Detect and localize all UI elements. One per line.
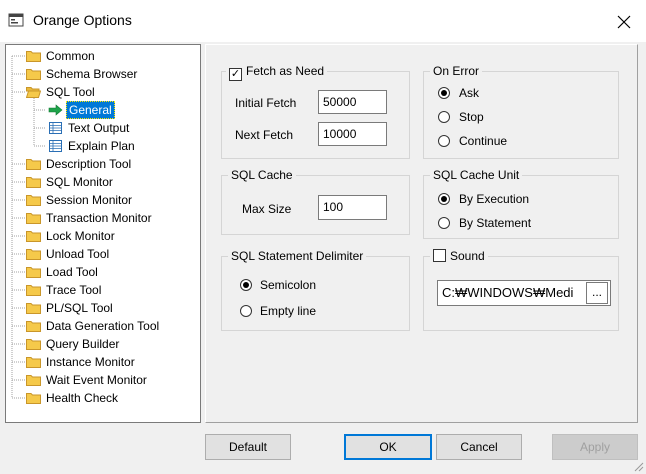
folder-icon <box>26 267 41 278</box>
folder-icon <box>26 249 41 260</box>
ok-button[interactable]: OK <box>344 434 432 460</box>
settings-panel: ✓ Fetch as Need Initial Fetch 50000 Next … <box>205 44 638 423</box>
folder-icon <box>26 159 41 170</box>
tree-item-label: General <box>66 101 115 119</box>
next-fetch-label: Next Fetch <box>235 128 294 142</box>
fetch-legend: ✓ Fetch as Need <box>226 64 328 81</box>
folder-icon <box>26 285 41 296</box>
folder-icon <box>26 69 41 80</box>
sound-group: Sound C:₩WINDOWS₩Medi ... <box>423 249 619 331</box>
options-tree[interactable]: Common Schema Browser SQL Tool General Text … <box>5 44 201 423</box>
radio-empty-line-label: Empty line <box>260 304 317 318</box>
tree-item-label: Unload Tool <box>46 247 110 261</box>
radio-by-statement[interactable] <box>438 217 450 229</box>
resize-grip-icon[interactable] <box>632 460 644 472</box>
radio-continue-label: Continue <box>459 134 508 148</box>
title-bar: Orange Options <box>0 0 646 42</box>
tree-item-label: SQL Monitor <box>46 175 113 189</box>
radio-by-execution-label: By Execution <box>459 192 530 206</box>
cache-unit-group: SQL Cache Unit By Execution By Statement <box>423 168 619 239</box>
radio-semicolon-label: Semicolon <box>260 278 317 292</box>
window-title: Orange Options <box>33 12 132 28</box>
sound-checkbox[interactable] <box>433 249 446 262</box>
max-size-input[interactable]: 100 <box>318 195 387 220</box>
fetch-group: ✓ Fetch as Need Initial Fetch 50000 Next … <box>221 64 410 159</box>
folder-icon <box>26 195 41 206</box>
folder-icon <box>26 51 41 62</box>
tree-item-label: Common <box>46 49 95 63</box>
radio-stop[interactable] <box>438 111 450 123</box>
apply-button[interactable]: Apply <box>552 434 638 460</box>
cache-unit-title: SQL Cache Unit <box>430 168 523 182</box>
tree-item-label: Description Tool <box>46 157 132 171</box>
radio-continue[interactable] <box>438 135 450 147</box>
tree-item-label: Session Monitor <box>46 193 133 207</box>
folder-icon <box>26 393 41 404</box>
browse-button[interactable]: ... <box>586 282 608 304</box>
radio-empty-line[interactable] <box>240 305 252 317</box>
tree-item-label: Load Tool <box>46 265 98 279</box>
folder-icon <box>26 357 41 368</box>
close-button[interactable] <box>604 8 644 36</box>
cancel-button[interactable]: Cancel <box>436 434 522 460</box>
fetch-as-need-label: Fetch as Need <box>246 64 325 78</box>
radio-ask-label: Ask <box>459 86 480 100</box>
folder-icon <box>26 177 41 188</box>
sound-label: Sound <box>450 249 485 263</box>
tree-item-label: Wait Event Monitor <box>46 373 147 387</box>
radio-by-execution[interactable] <box>438 193 450 205</box>
tree-item-label: Health Check <box>46 391 119 405</box>
grid-icon <box>49 140 62 152</box>
folder-icon <box>26 231 41 242</box>
next-fetch-input[interactable]: 10000 <box>318 122 387 146</box>
radio-semicolon[interactable] <box>240 279 252 291</box>
folder-icon <box>26 339 41 350</box>
tree-item-label: Data Generation Tool <box>46 319 160 333</box>
max-size-label: Max Size <box>242 202 292 216</box>
folder-icon <box>26 321 41 332</box>
open-folder-icon <box>26 87 41 98</box>
app-icon <box>8 13 24 27</box>
tree-item-label: PL/SQL Tool <box>46 301 113 315</box>
tree-item-label: SQL Tool <box>46 85 95 99</box>
grid-icon <box>49 122 62 134</box>
tree-item-label: Instance Monitor <box>46 355 135 369</box>
default-button[interactable]: Default <box>205 434 291 460</box>
radio-stop-label: Stop <box>459 110 484 124</box>
delimiter-title: SQL Statement Delimiter <box>228 249 367 263</box>
sql-cache-group: SQL Cache Max Size 100 <box>221 168 410 235</box>
folder-icon <box>26 303 41 314</box>
fetch-as-need-checkbox[interactable]: ✓ <box>229 68 242 81</box>
radio-by-statement-label: By Statement <box>459 216 532 230</box>
tree-item-label: Trace Tool <box>46 283 102 297</box>
on-error-group: On Error Ask Stop Continue <box>423 64 619 159</box>
folder-icon <box>26 375 41 386</box>
sound-path-input[interactable]: C:₩WINDOWS₩Medi <box>437 280 611 306</box>
sql-cache-title: SQL Cache <box>228 168 296 182</box>
sound-legend: Sound <box>430 249 488 263</box>
initial-fetch-label: Initial Fetch <box>235 96 297 110</box>
tree-item-label: Text Output <box>68 121 130 135</box>
tree-item-label: Explain Plan <box>68 139 135 153</box>
initial-fetch-input[interactable]: 50000 <box>318 90 387 114</box>
tree-item-label: Query Builder <box>46 337 120 351</box>
tree-item-label: Transaction Monitor <box>46 211 152 225</box>
folder-icon <box>26 213 41 224</box>
delimiter-group: SQL Statement Delimiter Semicolon Empty … <box>221 249 410 331</box>
close-icon <box>617 15 631 29</box>
tree-item-label: Schema Browser <box>46 67 138 81</box>
tree-item-label: Lock Monitor <box>46 229 115 243</box>
arrow-right-icon <box>48 104 63 116</box>
on-error-title: On Error <box>430 64 483 78</box>
radio-ask[interactable] <box>438 87 450 99</box>
